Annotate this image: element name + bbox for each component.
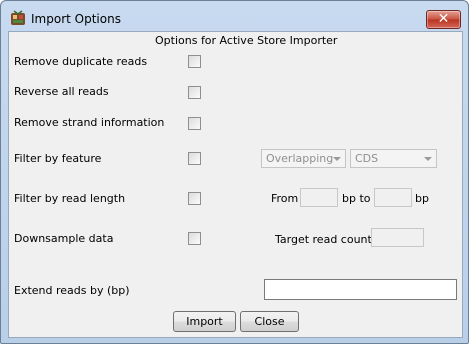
length-from-label: From — [271, 192, 299, 205]
length-from-input[interactable] — [300, 188, 338, 207]
downsample-label: Downsample data — [14, 232, 114, 245]
remove-strand-label: Remove strand information — [14, 116, 165, 129]
length-to-label: bp to — [342, 192, 371, 205]
import-options-window: Import Options ✕ Options for Active Stor… — [0, 0, 469, 344]
target-read-count-input[interactable] — [371, 228, 424, 247]
filter-length-checkbox[interactable] — [188, 192, 201, 205]
length-bp-label: bp — [415, 192, 429, 205]
length-to-input[interactable] — [374, 188, 412, 207]
chevron-down-icon — [424, 157, 432, 161]
overlap-mode-select[interactable]: Overlapping — [261, 149, 346, 168]
target-read-count-label: Target read count — [275, 233, 372, 246]
extend-reads-label: Extend reads by (bp) — [14, 284, 130, 297]
extend-reads-input[interactable] — [264, 279, 457, 300]
feature-type-value: CDS — [355, 152, 379, 165]
window-title: Import Options — [31, 12, 121, 26]
filter-feature-label: Filter by feature — [14, 152, 102, 165]
import-button[interactable]: Import — [173, 311, 236, 332]
downsample-checkbox[interactable] — [188, 232, 201, 245]
chevron-down-icon — [333, 157, 341, 161]
remove-duplicates-checkbox[interactable] — [188, 55, 201, 68]
close-button[interactable]: Close — [240, 311, 299, 332]
dialog-header: Options for Active Store Importer — [155, 34, 338, 47]
filter-feature-checkbox[interactable] — [188, 152, 201, 165]
app-icon — [11, 10, 25, 25]
remove-duplicates-label: Remove duplicate reads — [14, 55, 148, 68]
reverse-reads-label: Reverse all reads — [14, 85, 109, 98]
remove-strand-checkbox[interactable] — [188, 117, 201, 130]
filter-length-label: Filter by read length — [14, 192, 126, 205]
reverse-reads-checkbox[interactable] — [188, 86, 201, 99]
dialog-content: Options for Active Store Importer Remove… — [8, 31, 463, 338]
feature-type-select[interactable]: CDS — [350, 149, 437, 168]
overlap-mode-value: Overlapping — [266, 152, 334, 165]
title-bar: Import Options ✕ — [1, 1, 468, 31]
close-window-button[interactable]: ✕ — [426, 10, 461, 29]
